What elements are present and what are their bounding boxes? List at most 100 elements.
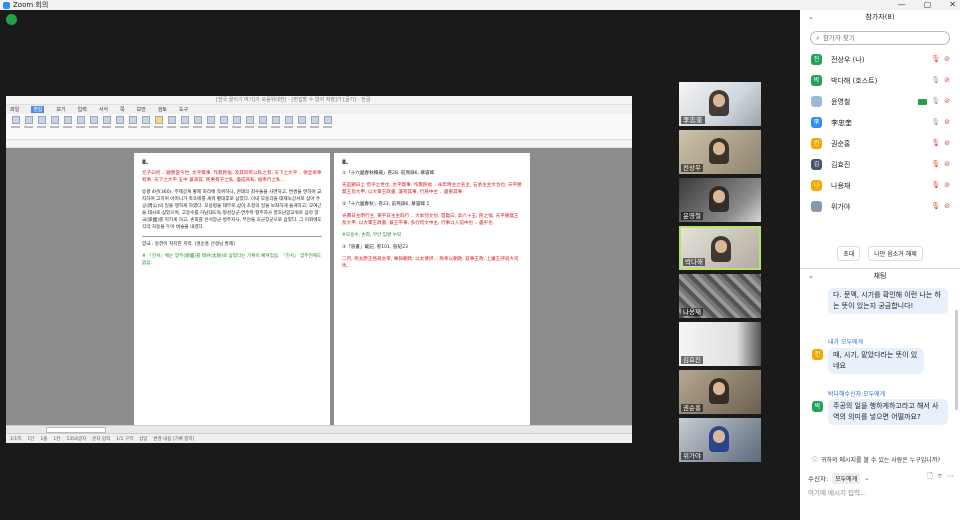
ribbon-tool-icon[interactable]: [231, 116, 242, 136]
hwp-menu-item[interactable]: 편집: [31, 106, 45, 113]
minimize-button[interactable]: —: [898, 0, 906, 10]
encryption-shield-icon[interactable]: [6, 14, 17, 25]
video-off-icon[interactable]: ⊘: [944, 201, 950, 212]
shared-screen[interactable]: [한국 끝이기 여기]가 모음위대한] - [편집할 수 없어 저장]가 [글기…: [6, 96, 632, 443]
hwp-menu-item[interactable]: 쪽: [120, 106, 125, 113]
ribbon-tool-icon[interactable]: [218, 116, 229, 136]
video-tile[interactable]: 나용재: [679, 274, 761, 318]
video-name: 위가야: [681, 452, 703, 460]
mic-icon[interactable]: 🎙: [931, 96, 940, 107]
chat-header[interactable]: ⌄ 채팅: [800, 269, 960, 284]
ribbon-tool-icon[interactable]: [101, 116, 112, 136]
ribbon-tool-icon[interactable]: [283, 116, 294, 136]
mic-muted-icon[interactable]: 🎙: [931, 138, 940, 149]
status-item: 문자 입력: [92, 436, 111, 442]
video-tile[interactable]: 윤영철: [679, 178, 761, 222]
hwp-menu-item[interactable]: 검토: [158, 106, 167, 113]
video-off-icon[interactable]: ⊘: [944, 180, 950, 191]
ribbon-tool-icon[interactable]: [270, 116, 281, 136]
unmute-me-button[interactable]: 나만 음소거 해제: [868, 246, 923, 261]
video-off-icon[interactable]: ⊘: [944, 117, 950, 128]
video-tile[interactable]: 위가야: [679, 418, 761, 462]
ribbon-tool-icon[interactable]: [23, 116, 34, 136]
recipient-select[interactable]: 모두에게: [832, 472, 861, 484]
participant-row[interactable]: 박 박다해 (호스트) 🎙 ⊘: [800, 70, 960, 91]
document-page-right[interactable]: Ⅱ. ①「十六國春秋輯補」卷28, 前燕錄6, 慕容暐 先是顧日上 惜乎之世也,…: [334, 153, 530, 425]
video-tile[interactable]: 권순홍: [679, 370, 761, 414]
chat-input[interactable]: 여기에 메시지 입력...: [808, 487, 952, 497]
mic-muted-icon[interactable]: 🎙: [931, 180, 940, 191]
avatar: 김: [811, 159, 822, 170]
participant-search-input[interactable]: [822, 34, 933, 42]
video-tile[interactable]: 김효진: [679, 322, 761, 366]
ribbon-tool-icon[interactable]: [257, 116, 268, 136]
video-tile[interactable]: 李忠奎: [679, 82, 761, 126]
video-name: 박다해: [683, 258, 705, 266]
invite-button[interactable]: 초대: [837, 246, 861, 261]
ribbon-tool-icon[interactable]: [309, 116, 320, 136]
mic-muted-icon[interactable]: 🎙: [931, 159, 940, 170]
video-off-icon[interactable]: ⊘: [944, 138, 950, 149]
hwp-menu-item[interactable]: 서식: [99, 106, 108, 113]
chevron-down-icon[interactable]: ⌄: [864, 475, 869, 482]
participant-search[interactable]: ⌕: [810, 31, 950, 45]
ribbon-tool-icon[interactable]: [10, 116, 21, 136]
hwp-menu-item[interactable]: 보안: [137, 106, 146, 113]
participant-row[interactable]: 나 나용재 🎙 ⊘: [800, 175, 960, 196]
hwp-title: [한국 끝이기 여기]가 모음위대한] - [편집할 수 없어 저장]가 [글기…: [216, 97, 371, 103]
ribbon-tool-icon[interactable]: [75, 116, 86, 136]
hwp-menu-item[interactable]: 보기: [56, 106, 65, 113]
ribbon-tool-icon[interactable]: [49, 116, 60, 136]
chat-visibility-notice[interactable]: ⓘ 귀하의 메시지를 볼 수 있는 사람은 누구입니까?: [812, 455, 941, 464]
participant-row[interactable]: 전 전상우 (나) 🎙 ⊘: [800, 49, 960, 70]
ribbon-tool-icon[interactable]: [166, 116, 177, 136]
ribbon-tool-icon[interactable]: [36, 116, 47, 136]
hwp-format-bar[interactable]: [6, 140, 632, 148]
ribbon-tool-icon[interactable]: [62, 116, 73, 136]
participant-row[interactable]: 김 김효진 🎙 ⊘: [800, 154, 960, 175]
mic-icon[interactable]: 🎙: [931, 117, 940, 128]
participants-title: 참가자(8): [865, 13, 895, 21]
mic-muted-icon[interactable]: 🎙: [931, 201, 940, 212]
video-tile[interactable]: 전상우: [679, 130, 761, 174]
ribbon-tool-icon[interactable]: [179, 116, 190, 136]
chat-messages[interactable]: 다. 문맥, 시기를 확인해 이런 나는 하는 뜻이 있는지 궁금합니다! 내가…: [800, 288, 960, 448]
hwp-document-area[interactable]: Ⅱ. 元子曰何... 顧我當今世, 太平無事, 作無民福, 及其同有公私之有, …: [6, 148, 632, 425]
hwp-menu-item[interactable]: 도구: [179, 106, 188, 113]
participants-header[interactable]: ⌄ 참가자(8): [800, 10, 960, 25]
ribbon-tool-icon[interactable]: [153, 116, 164, 136]
video-off-icon[interactable]: ⊘: [944, 75, 950, 86]
participant-row[interactable]: 李 李忠奎 🎙 ⊘: [800, 112, 960, 133]
ribbon-tool-icon[interactable]: [192, 116, 203, 136]
video-off-icon[interactable]: ⊘: [944, 96, 950, 107]
ribbon-tool-icon[interactable]: [127, 116, 138, 136]
mic-muted-icon[interactable]: 🎙: [931, 54, 940, 65]
document-page-left[interactable]: Ⅱ. 元子曰何... 顧我當今世, 太平無事, 作無民福, 及其同有公私之有, …: [134, 153, 330, 425]
participant-row[interactable]: 권 권순홍 🎙 ⊘: [800, 133, 960, 154]
ribbon-tool-icon[interactable]: [114, 116, 125, 136]
ribbon-tool-icon[interactable]: [88, 116, 99, 136]
ribbon-tool-icon[interactable]: [322, 116, 333, 136]
ribbon-tool-icon[interactable]: [140, 116, 151, 136]
ribbon-tool-icon[interactable]: [296, 116, 307, 136]
close-button[interactable]: ✕: [949, 0, 956, 10]
participant-row[interactable]: 위가야 🎙 ⊘: [800, 196, 960, 217]
chat-scrollbar[interactable]: [955, 310, 958, 410]
chevron-down-icon[interactable]: ⌄: [808, 269, 814, 284]
more-icon[interactable]: ⋯: [947, 472, 954, 483]
ribbon-tool-icon[interactable]: [205, 116, 216, 136]
hwp-menu-item[interactable]: 파일: [10, 106, 19, 113]
mic-icon[interactable]: 🎙: [931, 75, 940, 86]
video-off-icon[interactable]: ⊘: [944, 54, 950, 65]
video-name: 전상우: [681, 164, 703, 172]
maximize-button[interactable]: ▢: [924, 0, 932, 10]
ribbon-tool-icon[interactable]: [244, 116, 255, 136]
hwp-menu-item[interactable]: 입력: [78, 106, 87, 113]
video-tile-active-speaker[interactable]: 박다해: [679, 226, 761, 270]
file-icon[interactable]: 🗋: [927, 472, 933, 483]
title-bar: Zoom 회의 — ▢ ✕: [0, 0, 960, 10]
participant-row[interactable]: 윤영철 🎙 ⊘: [800, 91, 960, 112]
screenshot-icon[interactable]: ⌾: [938, 472, 942, 483]
chevron-down-icon[interactable]: ⌄: [808, 10, 814, 25]
video-off-icon[interactable]: ⊘: [944, 159, 950, 170]
